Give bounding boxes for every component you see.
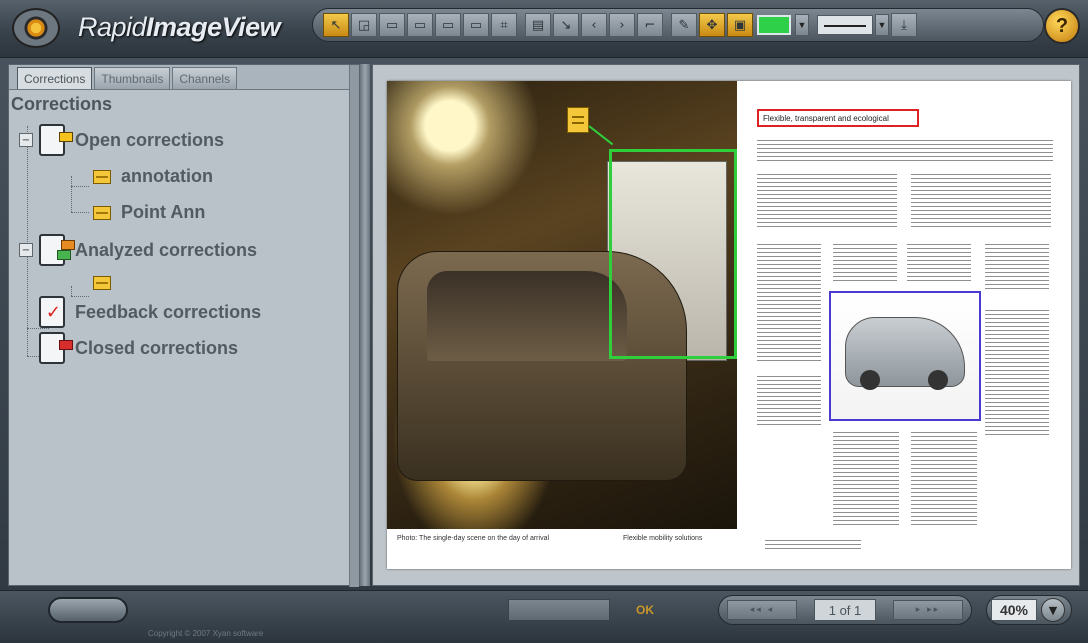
collapse-icon[interactable]: − (19, 133, 33, 147)
footer-text (765, 537, 861, 549)
rect-tool-2-icon[interactable]: ▭ (407, 13, 433, 37)
tree-node-annotation[interactable]: annotation (93, 166, 213, 187)
status-bar: Copyright © 2007 Xyan software OK ◂◂ ◂ 1… (0, 590, 1088, 643)
arrow-tool-icon[interactable]: ↘ (553, 13, 579, 37)
crop-tool-icon[interactable]: ⌗ (491, 13, 517, 37)
photo-caption: Photo: The single-day scene on the day o… (397, 535, 550, 542)
tab-thumbnails[interactable]: Thumbnails (94, 67, 171, 89)
annotation-note-icon (93, 169, 111, 184)
node-label: Point Ann (121, 202, 206, 222)
app-title-main: ImageView (146, 12, 281, 42)
analyzed-corrections-icon (39, 234, 75, 266)
annotation-marker-icon[interactable] (567, 107, 589, 133)
text-column (833, 429, 899, 525)
text-column (985, 307, 1049, 437)
rect-tool-3-icon[interactable]: ▭ (435, 13, 461, 37)
app-title: RapidImageView (78, 12, 281, 43)
tab-channels[interactable]: Channels (172, 67, 238, 89)
zoom-dropdown-icon[interactable]: ▼ (1041, 598, 1065, 622)
angle-tool-icon[interactable]: ‹ (581, 13, 607, 37)
app-title-prefix: Rapid (78, 12, 147, 42)
tree-node-analyzed-item[interactable] (93, 276, 121, 290)
eye-logo-icon (12, 8, 60, 48)
photo-caption-mid: Flexible mobility solutions (623, 535, 703, 542)
text-column (757, 373, 821, 427)
text-column (907, 241, 971, 281)
page-navigator: ◂◂ ◂ 1 of 1 ▸ ▸▸ (718, 595, 972, 625)
collapse-icon[interactable]: − (19, 243, 33, 257)
node-label: Open corrections (75, 129, 225, 150)
corrections-tree: Corrections − Open corrections annotatio… (9, 89, 351, 585)
page-indicator[interactable]: 1 of 1 (814, 599, 876, 621)
menu-button[interactable] (48, 597, 128, 623)
closed-corrections-icon (39, 332, 73, 364)
tree-root-label: Corrections (11, 94, 113, 114)
cursor-tool-icon[interactable]: ↖ (323, 13, 349, 37)
status-ok-label: OK (636, 603, 654, 617)
intro-text (757, 137, 1053, 161)
text-column (757, 171, 897, 227)
line-width-swatch[interactable] (817, 15, 873, 35)
tree-node-analyzed-corrections[interactable]: − Analyzed corrections (19, 234, 257, 266)
text-column (911, 171, 1051, 227)
corrections-panel: Corrections Thumbnails Channels Correcti… (8, 64, 360, 587)
zoom-control: 40% ▼ (986, 595, 1072, 625)
tree-node-point-ann[interactable]: Point Ann (93, 202, 205, 223)
next-page-button[interactable]: ▸ ▸▸ (893, 600, 963, 620)
panel-tabs: Corrections Thumbnails Channels (17, 67, 238, 89)
line-width-dropdown-icon[interactable]: ▼ (875, 14, 889, 36)
windshield-shape (427, 271, 627, 361)
note-tool-icon[interactable]: ▣ (727, 13, 753, 37)
pencil-tool-icon[interactable]: ✎ (671, 13, 697, 37)
color-swatch[interactable] (757, 15, 791, 35)
text-column (757, 241, 821, 361)
feedback-corrections-icon: ✓ (39, 296, 65, 328)
green-rect-annotation[interactable] (609, 149, 737, 359)
tree-node-closed-corrections[interactable]: Closed corrections (39, 332, 238, 364)
panel-scrollbar[interactable] (349, 65, 359, 587)
ruler-tool-icon[interactable]: ▤ (525, 13, 551, 37)
prev-page-button[interactable]: ◂◂ ◂ (727, 600, 797, 620)
point-annotation-note-icon (93, 205, 111, 220)
node-label: Feedback corrections (75, 301, 262, 322)
red-rect-annotation[interactable]: Flexible, transparent and ecological (757, 109, 919, 127)
node-label: Closed corrections (75, 337, 239, 358)
open-corrections-icon (39, 124, 73, 156)
image-viewer[interactable]: Photo: The single-day scene on the day o… (372, 64, 1080, 586)
document-page[interactable]: Photo: The single-day scene on the day o… (387, 81, 1071, 569)
zoom-value[interactable]: 40% (991, 599, 1037, 621)
color-dropdown-icon[interactable]: ▼ (795, 14, 809, 36)
chevron-tool-icon[interactable]: › (609, 13, 635, 37)
text-column (833, 241, 897, 281)
tree-node-feedback-corrections[interactable]: ✓ Feedback corrections (39, 296, 261, 328)
progress-bar (508, 599, 610, 621)
help-button[interactable]: ? (1044, 8, 1080, 44)
pan-tool-icon[interactable]: ✥ (699, 13, 725, 37)
rect-tool-icon[interactable]: ▭ (379, 13, 405, 37)
line-tool-icon[interactable]: ⌐ (637, 13, 663, 37)
tree-node-open-corrections[interactable]: − Open corrections (19, 124, 224, 156)
panel-splitter[interactable] (360, 64, 370, 586)
select-tool-icon[interactable]: ◲ (351, 13, 377, 37)
node-label: annotation (121, 166, 213, 186)
analyzed-note-icon (93, 276, 111, 290)
copyright-text: Copyright © 2007 Xyan software (148, 629, 264, 638)
app-window: RapidImageView ↖ ◲ ▭ ▭ ▭ ▭ ⌗ ▤ ↘ ‹ › ⌐ ✎… (0, 0, 1088, 643)
tab-corrections[interactable]: Corrections (17, 67, 93, 89)
text-column (911, 429, 977, 525)
save-tool-icon[interactable]: ⤓ (891, 13, 917, 37)
title-toolbar: RapidImageView ↖ ◲ ▭ ▭ ▭ ▭ ⌗ ▤ ↘ ‹ › ⌐ ✎… (0, 0, 1088, 58)
tool-strip: ↖ ◲ ▭ ▭ ▭ ▭ ⌗ ▤ ↘ ‹ › ⌐ ✎ ✥ ▣ ▼ ▼ ⤓ (312, 8, 1044, 42)
text-column (985, 241, 1049, 291)
node-label: Analyzed corrections (75, 239, 258, 260)
rect-tool-4-icon[interactable]: ▭ (463, 13, 489, 37)
